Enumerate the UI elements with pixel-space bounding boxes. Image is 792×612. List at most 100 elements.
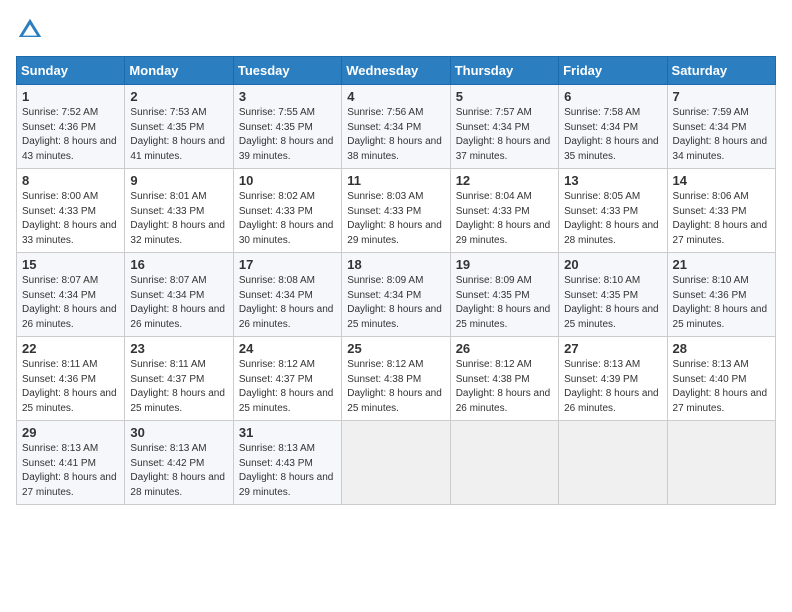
calendar-cell: 10 Sunrise: 8:02 AMSunset: 4:33 PMDayligh… [233,169,341,253]
day-info: Sunrise: 8:13 AMSunset: 4:43 PMDaylight:… [239,442,336,500]
header-monday: Monday [125,57,233,85]
day-info: Sunrise: 8:12 AMSunset: 4:38 PMDaylight:… [347,358,444,416]
calendar-cell: 7 Sunrise: 7:59 AMSunset: 4:34 PMDaylight… [667,85,775,169]
day-number: 19 [456,257,553,272]
calendar-cell: 19 Sunrise: 8:09 AMSunset: 4:35 PMDayligh… [450,253,558,337]
day-number: 11 [347,173,444,188]
header-saturday: Saturday [667,57,775,85]
calendar-cell: 14 Sunrise: 8:06 AMSunset: 4:33 PMDayligh… [667,169,775,253]
day-info: Sunrise: 8:02 AMSunset: 4:33 PMDaylight:… [239,190,336,248]
day-info: Sunrise: 8:10 AMSunset: 4:36 PMDaylight:… [673,274,770,332]
calendar-cell [342,421,450,505]
day-info: Sunrise: 7:53 AMSunset: 4:35 PMDaylight:… [130,106,227,164]
calendar-table: SundayMondayTuesdayWednesdayThursdayFrid… [16,56,776,505]
day-number: 15 [22,257,119,272]
calendar-cell: 27 Sunrise: 8:13 AMSunset: 4:39 PMDayligh… [559,337,667,421]
calendar-week-4: 22 Sunrise: 8:11 AMSunset: 4:36 PMDayligh… [17,337,776,421]
day-info: Sunrise: 8:11 AMSunset: 4:36 PMDaylight:… [22,358,119,416]
day-info: Sunrise: 8:08 AMSunset: 4:34 PMDaylight:… [239,274,336,332]
calendar-cell: 28 Sunrise: 8:13 AMSunset: 4:40 PMDayligh… [667,337,775,421]
day-number: 14 [673,173,770,188]
day-info: Sunrise: 8:07 AMSunset: 4:34 PMDaylight:… [22,274,119,332]
calendar-cell: 17 Sunrise: 8:08 AMSunset: 4:34 PMDayligh… [233,253,341,337]
calendar-cell: 20 Sunrise: 8:10 AMSunset: 4:35 PMDayligh… [559,253,667,337]
calendar-cell: 22 Sunrise: 8:11 AMSunset: 4:36 PMDayligh… [17,337,125,421]
day-info: Sunrise: 8:13 AMSunset: 4:41 PMDaylight:… [22,442,119,500]
day-number: 7 [673,89,770,104]
day-info: Sunrise: 8:09 AMSunset: 4:34 PMDaylight:… [347,274,444,332]
day-info: Sunrise: 8:13 AMSunset: 4:40 PMDaylight:… [673,358,770,416]
calendar-cell: 6 Sunrise: 7:58 AMSunset: 4:34 PMDaylight… [559,85,667,169]
logo-icon [16,16,44,44]
day-number: 22 [22,341,119,356]
day-info: Sunrise: 8:11 AMSunset: 4:37 PMDaylight:… [130,358,227,416]
day-number: 10 [239,173,336,188]
day-number: 29 [22,425,119,440]
day-info: Sunrise: 8:13 AMSunset: 4:39 PMDaylight:… [564,358,661,416]
calendar-cell: 13 Sunrise: 8:05 AMSunset: 4:33 PMDayligh… [559,169,667,253]
calendar-cell: 25Sunrise: 8:12 AMSunset: 4:38 PMDayligh… [342,337,450,421]
day-info: Sunrise: 8:09 AMSunset: 4:35 PMDaylight:… [456,274,553,332]
day-info: Sunrise: 8:06 AMSunset: 4:33 PMDaylight:… [673,190,770,248]
calendar-cell: 8 Sunrise: 8:00 AMSunset: 4:33 PMDaylight… [17,169,125,253]
day-number: 28 [673,341,770,356]
day-number: 16 [130,257,227,272]
calendar-week-3: 15 Sunrise: 8:07 AMSunset: 4:34 PMDayligh… [17,253,776,337]
calendar-cell [559,421,667,505]
day-number: 9 [130,173,227,188]
day-info: Sunrise: 8:01 AMSunset: 4:33 PMDaylight:… [130,190,227,248]
calendar-cell [667,421,775,505]
logo [16,16,48,44]
day-info: Sunrise: 8:10 AMSunset: 4:35 PMDaylight:… [564,274,661,332]
day-info: Sunrise: 8:03 AMSunset: 4:33 PMDaylight:… [347,190,444,248]
day-number: 13 [564,173,661,188]
day-number: 21 [673,257,770,272]
day-info: Sunrise: 7:59 AMSunset: 4:34 PMDaylight:… [673,106,770,164]
day-info: Sunrise: 8:07 AMSunset: 4:34 PMDaylight:… [130,274,227,332]
day-number: 12 [456,173,553,188]
calendar-cell: 16 Sunrise: 8:07 AMSunset: 4:34 PMDayligh… [125,253,233,337]
header-tuesday: Tuesday [233,57,341,85]
calendar-week-1: 1Sunrise: 7:52 AMSunset: 4:36 PMDaylight… [17,85,776,169]
header-thursday: Thursday [450,57,558,85]
day-number: 4 [347,89,444,104]
calendar-week-2: 8 Sunrise: 8:00 AMSunset: 4:33 PMDaylight… [17,169,776,253]
calendar-cell: 12 Sunrise: 8:04 AMSunset: 4:33 PMDayligh… [450,169,558,253]
day-number: 27 [564,341,661,356]
day-number: 20 [564,257,661,272]
header-wednesday: Wednesday [342,57,450,85]
day-number: 30 [130,425,227,440]
calendar-cell: 24Sunrise: 8:12 AMSunset: 4:37 PMDayligh… [233,337,341,421]
calendar-cell: 21 Sunrise: 8:10 AMSunset: 4:36 PMDayligh… [667,253,775,337]
day-number: 24 [239,341,336,356]
day-number: 3 [239,89,336,104]
calendar-cell: 30 Sunrise: 8:13 AMSunset: 4:42 PMDayligh… [125,421,233,505]
calendar-cell: 26Sunrise: 8:12 AMSunset: 4:38 PMDayligh… [450,337,558,421]
calendar-cell: 29 Sunrise: 8:13 AMSunset: 4:41 PMDayligh… [17,421,125,505]
calendar-cell: 15 Sunrise: 8:07 AMSunset: 4:34 PMDayligh… [17,253,125,337]
day-number: 17 [239,257,336,272]
day-info: Sunrise: 8:13 AMSunset: 4:42 PMDaylight:… [130,442,227,500]
calendar-week-5: 29 Sunrise: 8:13 AMSunset: 4:41 PMDayligh… [17,421,776,505]
calendar-cell: 9 Sunrise: 8:01 AMSunset: 4:33 PMDaylight… [125,169,233,253]
day-number: 5 [456,89,553,104]
day-number: 6 [564,89,661,104]
calendar-cell: 5 Sunrise: 7:57 AMSunset: 4:34 PMDaylight… [450,85,558,169]
day-info: Sunrise: 7:56 AMSunset: 4:34 PMDaylight:… [347,106,444,164]
day-number: 8 [22,173,119,188]
day-number: 2 [130,89,227,104]
day-info: Sunrise: 8:04 AMSunset: 4:33 PMDaylight:… [456,190,553,248]
day-info: Sunrise: 7:58 AMSunset: 4:34 PMDaylight:… [564,106,661,164]
day-number: 18 [347,257,444,272]
page-header [16,16,776,44]
day-number: 1 [22,89,119,104]
day-info: Sunrise: 7:57 AMSunset: 4:34 PMDaylight:… [456,106,553,164]
calendar-cell: 4 Sunrise: 7:56 AMSunset: 4:34 PMDaylight… [342,85,450,169]
day-info: Sunrise: 8:12 AMSunset: 4:38 PMDaylight:… [456,358,553,416]
day-info: Sunrise: 8:00 AMSunset: 4:33 PMDaylight:… [22,190,119,248]
day-info: Sunrise: 8:05 AMSunset: 4:33 PMDaylight:… [564,190,661,248]
calendar-cell: 31Sunrise: 8:13 AMSunset: 4:43 PMDayligh… [233,421,341,505]
calendar-cell: 2 Sunrise: 7:53 AMSunset: 4:35 PMDaylight… [125,85,233,169]
header-sunday: Sunday [17,57,125,85]
calendar-cell: 1Sunrise: 7:52 AMSunset: 4:36 PMDaylight… [17,85,125,169]
